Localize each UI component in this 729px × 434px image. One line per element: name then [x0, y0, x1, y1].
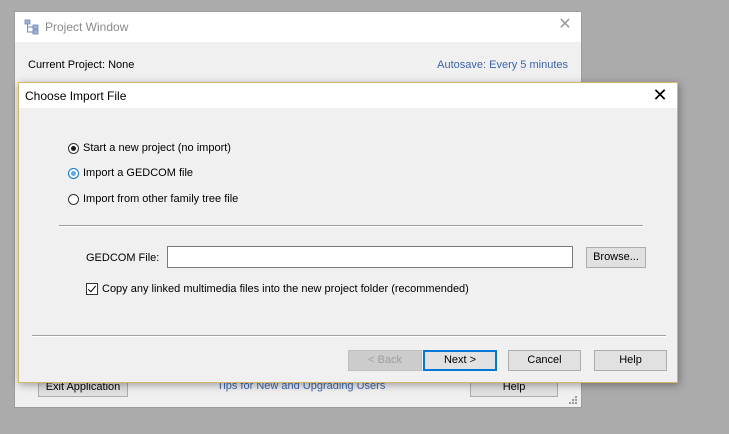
radio-new-project[interactable]: [68, 142, 79, 154]
project-window-title: Project Window: [45, 20, 129, 34]
divider: [32, 335, 666, 337]
dialog-title: Choose Import File: [25, 89, 127, 103]
choose-import-file-dialog: Choose Import File ✕ Start a new project…: [18, 82, 678, 383]
radio-import-gedcom[interactable]: [68, 167, 79, 179]
back-button[interactable]: < Back: [348, 350, 422, 371]
gedcom-file-label: GEDCOM File:: [86, 252, 160, 264]
close-icon[interactable]: ✕: [557, 17, 573, 33]
option-label: Import a GEDCOM file: [83, 167, 194, 179]
next-button[interactable]: Next >: [423, 350, 497, 371]
copy-multimedia-option[interactable]: Copy any linked multimedia files into th…: [86, 283, 469, 295]
option-label: Import from other family tree file: [83, 193, 239, 205]
copy-multimedia-checkbox[interactable]: [86, 283, 98, 295]
radio-import-other[interactable]: [68, 193, 79, 205]
autosave-link[interactable]: Autosave: Every 5 minutes: [437, 59, 568, 71]
resize-grip-icon[interactable]: [568, 395, 578, 405]
option-label: Start a new project (no import): [83, 142, 231, 154]
browse-button[interactable]: Browse...: [586, 247, 646, 268]
help-button[interactable]: Help: [594, 350, 667, 371]
gedcom-file-input[interactable]: [167, 246, 573, 268]
current-project-label: Current Project: None: [28, 59, 135, 71]
option-import-other[interactable]: Import from other family tree file: [68, 191, 238, 207]
cancel-button[interactable]: Cancel: [508, 350, 581, 371]
divider: [59, 225, 643, 227]
option-new-project[interactable]: Start a new project (no import): [68, 140, 231, 156]
project-window-titlebar[interactable]: Project Window ✕: [15, 12, 581, 42]
family-tree-icon: [24, 19, 39, 35]
dialog-titlebar[interactable]: Choose Import File ✕: [19, 83, 677, 108]
close-icon[interactable]: ✕: [650, 85, 670, 105]
copy-multimedia-label: Copy any linked multimedia files into th…: [102, 283, 469, 295]
option-import-gedcom[interactable]: Import a GEDCOM file: [68, 165, 193, 181]
